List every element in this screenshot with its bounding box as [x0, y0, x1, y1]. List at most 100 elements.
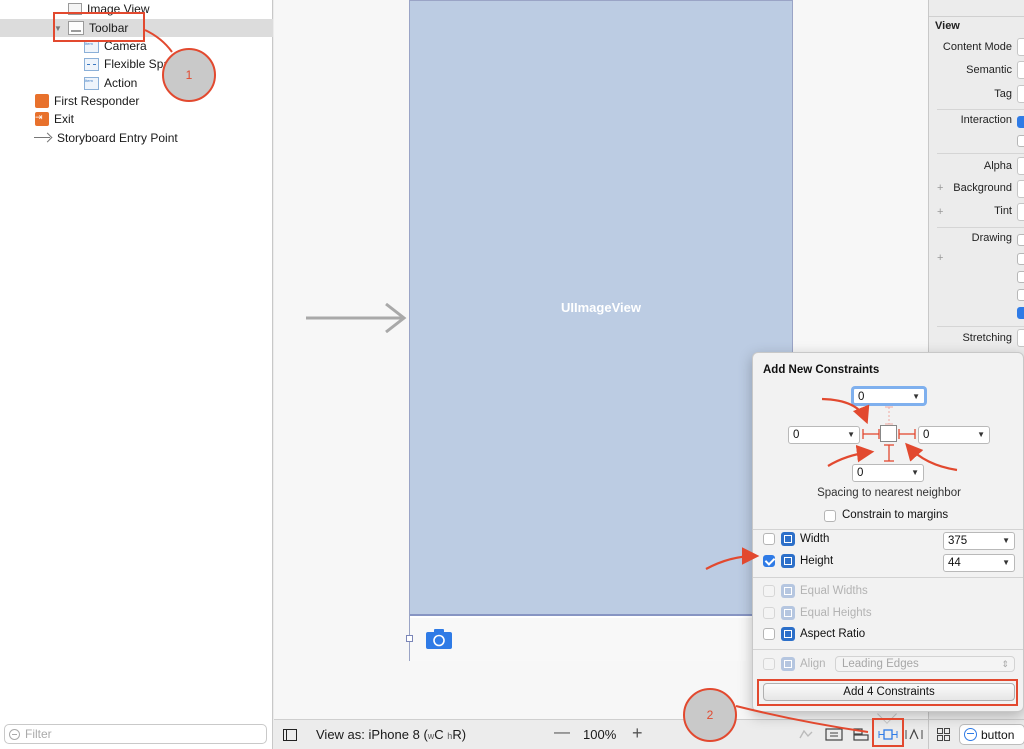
view-as-button[interactable]: View as: iPhone 8 (wC hR) — [316, 727, 466, 742]
stretching-field[interactable] — [1017, 329, 1024, 347]
zoom-out-button[interactable]: — — [554, 724, 570, 742]
constrain-to-margins-checkbox[interactable] — [824, 510, 836, 522]
resolve-auto-layout-issues-icon[interactable] — [905, 727, 923, 742]
equal-widths-icon — [781, 584, 795, 598]
tint-label: Tint — [994, 205, 1012, 217]
clears-graphics-context-checkbox[interactable] — [1017, 271, 1024, 283]
canvas-bottom-bar: View as: iPhone 8 (wC hR) — 100% + — [274, 719, 928, 749]
height-constraint-icon — [781, 554, 795, 568]
camera-icon[interactable] — [426, 629, 452, 649]
embed-in-stack-icon[interactable] — [825, 727, 843, 742]
multiple-touch-checkbox[interactable] — [1017, 135, 1024, 147]
semantic-popup[interactable] — [1017, 61, 1024, 79]
section-divider — [937, 153, 1024, 154]
align-popup[interactable]: Leading Edges ⇕ — [835, 656, 1015, 672]
interaction-label: Interaction — [960, 114, 1012, 126]
equal-heights-label: Equal Heights — [800, 607, 872, 619]
view-as-suffix: ) — [461, 727, 467, 742]
section-divider — [753, 649, 1023, 650]
update-frames-icon[interactable] — [798, 727, 814, 742]
trailing-constraint-strut[interactable] — [898, 428, 916, 440]
opaque-checkbox[interactable] — [1017, 234, 1024, 246]
bottom-spacing-field[interactable]: 0 ▼ — [852, 464, 924, 482]
tint-color-well[interactable] — [1017, 203, 1024, 221]
outline-item-first-responder[interactable]: First Responder — [0, 92, 273, 110]
add-variation-icon[interactable]: + — [937, 182, 943, 194]
width-value-field[interactable]: 375 ▼ — [943, 532, 1015, 550]
image-view[interactable]: UIImageView — [410, 1, 792, 616]
chevron-down-icon[interactable]: ▼ — [911, 465, 919, 481]
background-color-well[interactable] — [1017, 180, 1024, 198]
top-constraint-strut[interactable] — [884, 406, 894, 425]
chevron-down-icon[interactable]: ▼ — [847, 427, 855, 443]
aspect-ratio-checkbox[interactable] — [763, 628, 775, 640]
grid-view-icon[interactable] — [937, 728, 950, 741]
zoom-in-button[interactable]: + — [632, 723, 643, 744]
equal-widths-label: Equal Widths — [800, 585, 868, 597]
chevron-down-icon[interactable]: ▼ — [1002, 533, 1010, 549]
outline-item-storyboard-entry-point[interactable]: Storyboard Entry Point — [0, 129, 273, 147]
content-mode-popup[interactable] — [1017, 38, 1024, 56]
section-divider — [937, 326, 1024, 327]
top-spacing-value: 0 — [858, 391, 865, 403]
height-label: Height — [800, 555, 834, 567]
library-search-field[interactable]: button — [959, 724, 1024, 745]
drawing-label: Drawing — [971, 232, 1012, 244]
outline-item-action[interactable]: Item Action — [0, 74, 273, 92]
top-spacing-field[interactable]: 0 ▼ — [852, 387, 926, 405]
view-controller-scene[interactable]: UIImageView — [406, 0, 793, 661]
annotation-highlight-constraints-icon — [872, 718, 904, 747]
add-variation-icon[interactable]: + — [937, 252, 943, 264]
inspector-section-title: View — [935, 20, 960, 32]
document-outline: Image View ▼ Toolbar Item Camera Flexibl… — [0, 0, 273, 749]
resize-handle[interactable] — [406, 635, 413, 642]
image-view-label: UIImageView — [561, 300, 641, 315]
section-divider — [937, 109, 1024, 110]
annotation-highlight-add-button — [757, 679, 1018, 706]
exit-icon: ⇥ — [35, 112, 49, 126]
equal-widths-checkbox[interactable] — [763, 585, 775, 597]
alpha-field[interactable] — [1017, 157, 1024, 175]
chevron-down-icon[interactable]: ▼ — [1002, 555, 1010, 571]
hidden-checkbox[interactable] — [1017, 253, 1024, 265]
outline-item-label: Storyboard Entry Point — [57, 131, 178, 145]
annotation-step-2: 2 — [683, 688, 737, 742]
clip-to-bounds-checkbox[interactable] — [1017, 289, 1024, 301]
bottom-spacing-value: 0 — [857, 467, 864, 479]
outline-item-label: Flexible Spa — [104, 57, 171, 71]
filter-placeholder: Filter — [25, 727, 52, 741]
leading-spacing-field[interactable]: 0 ▼ — [788, 426, 860, 444]
content-mode-label: Content Mode — [942, 41, 1012, 53]
equal-heights-icon — [781, 606, 795, 620]
first-responder-icon — [35, 94, 49, 108]
autoresize-subviews-checkbox[interactable] — [1017, 307, 1024, 319]
align-icon — [781, 657, 795, 671]
align-value: Leading Edges — [842, 658, 919, 670]
height-checkbox[interactable] — [763, 555, 775, 567]
toolbar[interactable] — [406, 618, 792, 661]
bottom-constraint-strut[interactable] — [883, 444, 895, 462]
width-checkbox[interactable] — [763, 533, 775, 545]
trailing-spacing-value: 0 — [923, 429, 930, 441]
chevron-down-icon[interactable]: ▼ — [977, 427, 985, 443]
chevron-down-icon[interactable]: ▼ — [912, 389, 920, 405]
toggle-outline-icon[interactable] — [283, 729, 297, 741]
equal-heights-checkbox[interactable] — [763, 607, 775, 619]
outline-item-exit[interactable]: ⇥ Exit — [0, 110, 273, 128]
tag-field[interactable] — [1017, 85, 1024, 103]
add-variation-icon[interactable]: + — [937, 206, 943, 218]
popover-title: Add New Constraints — [763, 364, 880, 376]
leading-constraint-strut[interactable] — [862, 428, 880, 440]
height-value-field[interactable]: 44 ▼ — [943, 554, 1015, 572]
zoom-level: 100% — [583, 727, 617, 742]
user-interaction-checkbox[interactable] — [1017, 116, 1024, 128]
size-class-hr: R — [452, 727, 462, 742]
align-checkbox[interactable] — [763, 658, 775, 670]
leading-spacing-value: 0 — [793, 429, 800, 441]
trailing-spacing-field[interactable]: 0 ▼ — [918, 426, 990, 444]
add-new-constraints-popover: Add New Constraints 0 ▼ 0 ▼ 0 ▼ 0 ▼ Spacing … — [752, 352, 1024, 712]
storyboard-entry-arrow-icon[interactable] — [306, 303, 410, 333]
outline-filter-field[interactable]: Filter — [4, 724, 267, 744]
outline-item-flexible-space[interactable]: Flexible Spa — [0, 55, 273, 73]
align-icon[interactable] — [852, 727, 870, 742]
